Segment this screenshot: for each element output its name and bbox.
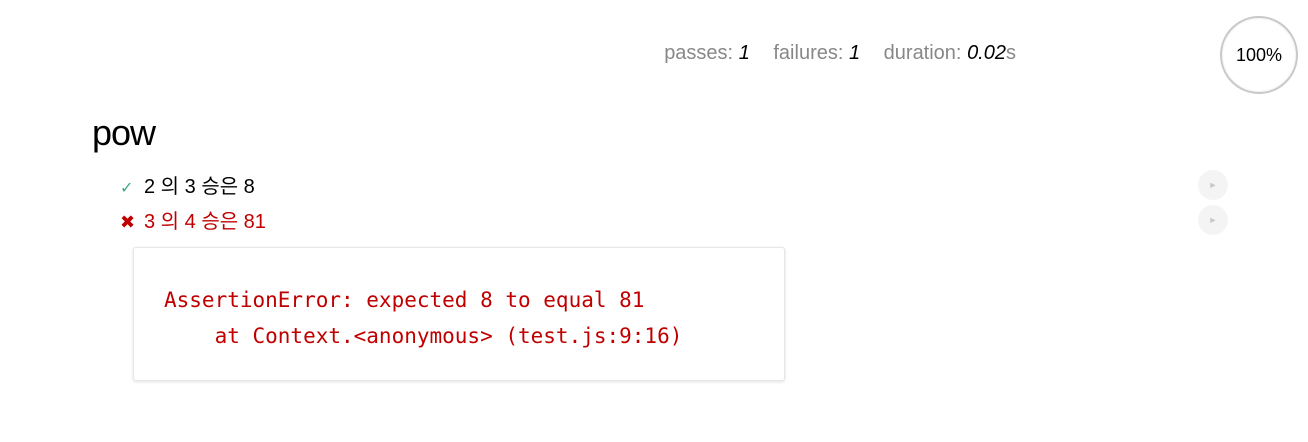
test-title[interactable]: 2 의 3 승은 8: [144, 176, 255, 198]
duration-stat: duration: 0.02s: [884, 42, 1016, 64]
test-title[interactable]: 3 의 4 승은 81: [144, 211, 266, 233]
replay-button[interactable]: ►: [1198, 205, 1228, 235]
play-icon: ►: [1208, 180, 1218, 190]
mocha-report: passes: 1 failures: 1 duration: 0.02s 10…: [0, 0, 1308, 442]
error-line-1: AssertionError: expected 8 to equal 81: [164, 288, 645, 312]
stats-bar: passes: 1 failures: 1 duration: 0.02s: [646, 42, 1016, 65]
duration-unit: s: [1006, 42, 1016, 64]
failures-count: 1: [848, 42, 861, 64]
replay-button[interactable]: ►: [1198, 170, 1228, 200]
passes-label: passes:: [664, 42, 734, 64]
progress-indicator: 100%: [1220, 16, 1298, 94]
play-icon: ►: [1208, 215, 1218, 225]
passes-stat[interactable]: passes: 1: [664, 42, 750, 64]
test-item-fail[interactable]: ✖ 3 의 4 승은 81: [120, 205, 266, 234]
passes-count: 1: [738, 42, 750, 64]
error-line-2: at Context.<anonymous> (test.js:9:16): [164, 324, 683, 348]
failures-stat[interactable]: failures: 1: [773, 42, 860, 64]
suite-title[interactable]: pow: [92, 112, 156, 154]
progress-text: 100%: [1235, 44, 1283, 65]
error-stack-box: AssertionError: expected 8 to equal 81 a…: [133, 247, 785, 381]
error-message: AssertionError: expected 8 to equal 81 a…: [164, 282, 682, 354]
test-item-pass[interactable]: ✓ 2 의 3 승은 8: [120, 170, 255, 199]
duration-value: 0.02: [967, 42, 1006, 64]
checkmark-icon: ✓: [120, 180, 134, 197]
cross-icon: ✖: [120, 212, 136, 232]
failures-label: failures:: [773, 42, 844, 64]
duration-label: duration:: [883, 42, 962, 64]
